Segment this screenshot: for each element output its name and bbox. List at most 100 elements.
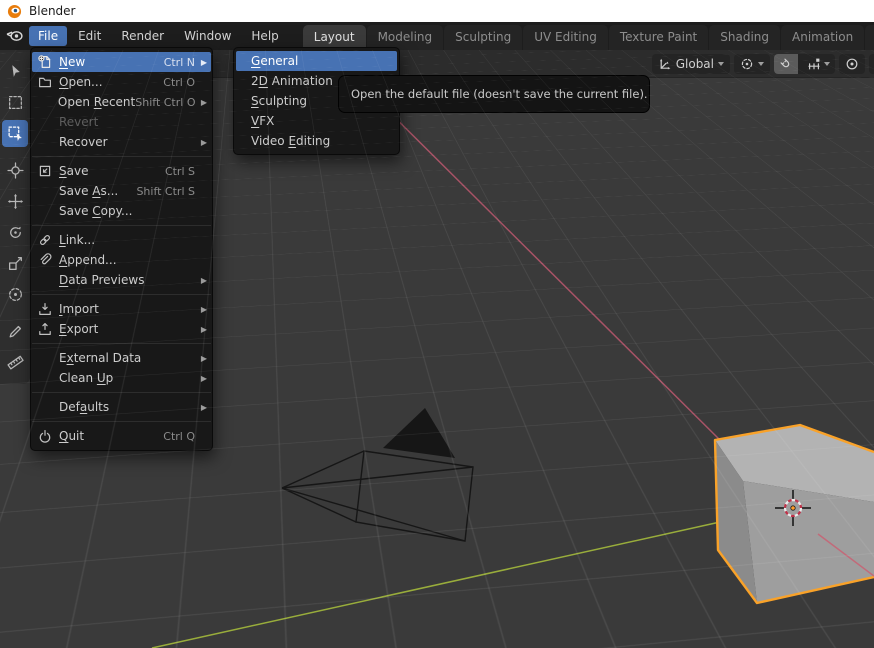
submenu-item-label: VFX [251,114,274,128]
menu-item-label: Open... [59,75,163,89]
menu-item-shortcut: Ctrl S [165,165,195,178]
menu-item-shortcut: Ctrl N [164,56,195,69]
save-icon [38,164,59,178]
snap-target-dropdown[interactable] [802,54,835,74]
tab-rendering[interactable]: Rendering [865,25,874,50]
axis-x [355,78,724,444]
camera-object[interactable] [282,408,473,541]
workspace-tabs: LayoutModelingSculptingUV EditingTexture… [303,22,874,50]
camera-up-indicator [383,408,455,458]
file-menu-item-open-recent[interactable]: Open RecentShift Ctrl O▶ [31,92,212,112]
transform-orientation-dropdown[interactable]: Global [652,54,730,74]
file-menu-item-save-as[interactable]: Save As...Shift Ctrl S [31,181,212,201]
file-menu-item-link[interactable]: Link... [31,230,212,250]
menu-item-label: External Data [59,351,195,365]
submenu-item-label: 2D Animation [251,74,333,88]
submenu-arrow-icon: ▶ [198,58,207,67]
tool-move[interactable] [2,188,28,215]
transform-orientation-icon [658,57,672,71]
submenu-arrow-icon: ▶ [198,374,207,383]
tool-select-box[interactable] [2,89,28,116]
tool-measure[interactable] [2,349,28,376]
file-menu-item-recover[interactable]: Recover▶ [31,132,212,152]
snapping-group [774,54,835,74]
file-menu: NewCtrl N▶Open...Ctrl OOpen RecentShift … [30,47,213,451]
menu-item-label: Append... [59,253,195,267]
menu-item-label: Clean Up [59,371,195,385]
menu-render[interactable]: Render [112,26,173,46]
tab-animation[interactable]: Animation [781,25,864,50]
blender-logo-icon [7,4,22,19]
tool-select-active[interactable] [2,120,28,147]
menu-item-label: Data Previews [59,273,195,287]
snap-toggle[interactable] [774,54,798,74]
tool-annotate[interactable] [2,318,28,345]
pivot-point-dropdown[interactable] [734,54,770,74]
file-menu-item-import[interactable]: Import▶ [31,299,212,319]
file-menu-item-quit[interactable]: QuitCtrl Q [31,426,212,446]
tab-uv-editing[interactable]: UV Editing [523,25,608,50]
proportional-editing-icon [845,57,859,71]
file-menu-item-save[interactable]: SaveCtrl S [31,161,212,181]
tool-rotate[interactable] [2,219,28,246]
folder-icon [38,75,59,89]
menu-item-label: Recover [59,135,195,149]
submenu-arrow-icon: ▶ [198,403,207,412]
file-menu-item-revert[interactable]: Revert [31,112,212,132]
falloff-dropdown-partial[interactable] [869,54,874,74]
menu-edit[interactable]: Edit [69,26,110,46]
viewport-header-controls: Global [652,54,873,74]
file-menu-item-export[interactable]: Export▶ [31,319,212,339]
pivot-point-icon [740,57,754,71]
tab-sculpting[interactable]: Sculpting [444,25,522,50]
submenu-item-label: Sculpting [251,94,307,108]
submenu-arrow-icon: ▶ [198,98,207,107]
menu-window[interactable]: Window [175,26,240,46]
chevron-down-icon [824,62,830,66]
submenu-item-video-editing[interactable]: Video Editing [234,131,399,151]
submenu-item-general[interactable]: General [236,51,397,71]
file-plus-icon [38,55,59,69]
tooltip: Open the default file (doesn't save the … [338,75,650,113]
tool-transform[interactable] [2,281,28,308]
menu-item-shortcut: Shift Ctrl S [136,185,195,198]
orientation-value: Global [676,57,714,71]
menu-item-label: Link... [59,233,195,247]
tool-cursor[interactable] [2,157,28,184]
tool-scale[interactable] [2,250,28,277]
menu-item-shortcut: Shift Ctrl O [135,96,195,109]
submenu-item-label: General [251,54,298,68]
blender-app-icon[interactable] [6,27,24,45]
export-icon [38,322,59,336]
menu-item-label: Save [59,164,165,178]
file-menu-item-defaults[interactable]: Defaults▶ [31,397,212,417]
menu-file[interactable]: File [29,26,67,46]
topbar: FileEditRenderWindowHelp LayoutModelingS… [0,22,874,50]
cube-object[interactable] [715,425,874,603]
tab-texture-paint[interactable]: Texture Paint [609,25,708,50]
menu-separator [32,294,211,295]
menu-item-shortcut: Ctrl O [163,76,195,89]
menu-separator [32,421,211,422]
file-menu-item-append[interactable]: Append... [31,250,212,270]
submenu-item-vfx[interactable]: VFX [234,111,399,131]
file-menu-item-open[interactable]: Open...Ctrl O [31,72,212,92]
menu-help[interactable]: Help [242,26,287,46]
menu-item-label: Revert [59,115,195,129]
file-menu-item-new[interactable]: NewCtrl N▶ [32,52,211,72]
tab-shading[interactable]: Shading [709,25,780,50]
paperclip-icon [38,253,59,267]
proportional-editing-toggle[interactable] [839,54,865,74]
menu-item-label: Export [59,322,195,336]
snap-target-icon [807,57,821,71]
file-menu-item-external-data[interactable]: External Data▶ [31,348,212,368]
import-icon [38,302,59,316]
file-menu-item-data-previews[interactable]: Data Previews▶ [31,270,212,290]
file-menu-item-save-copy[interactable]: Save Copy... [31,201,212,221]
link-icon [38,233,59,247]
menu-item-label: Import [59,302,195,316]
menu-separator [32,392,211,393]
tool-tweak[interactable] [2,58,28,85]
submenu-arrow-icon: ▶ [198,305,207,314]
file-menu-item-clean-up[interactable]: Clean Up▶ [31,368,212,388]
